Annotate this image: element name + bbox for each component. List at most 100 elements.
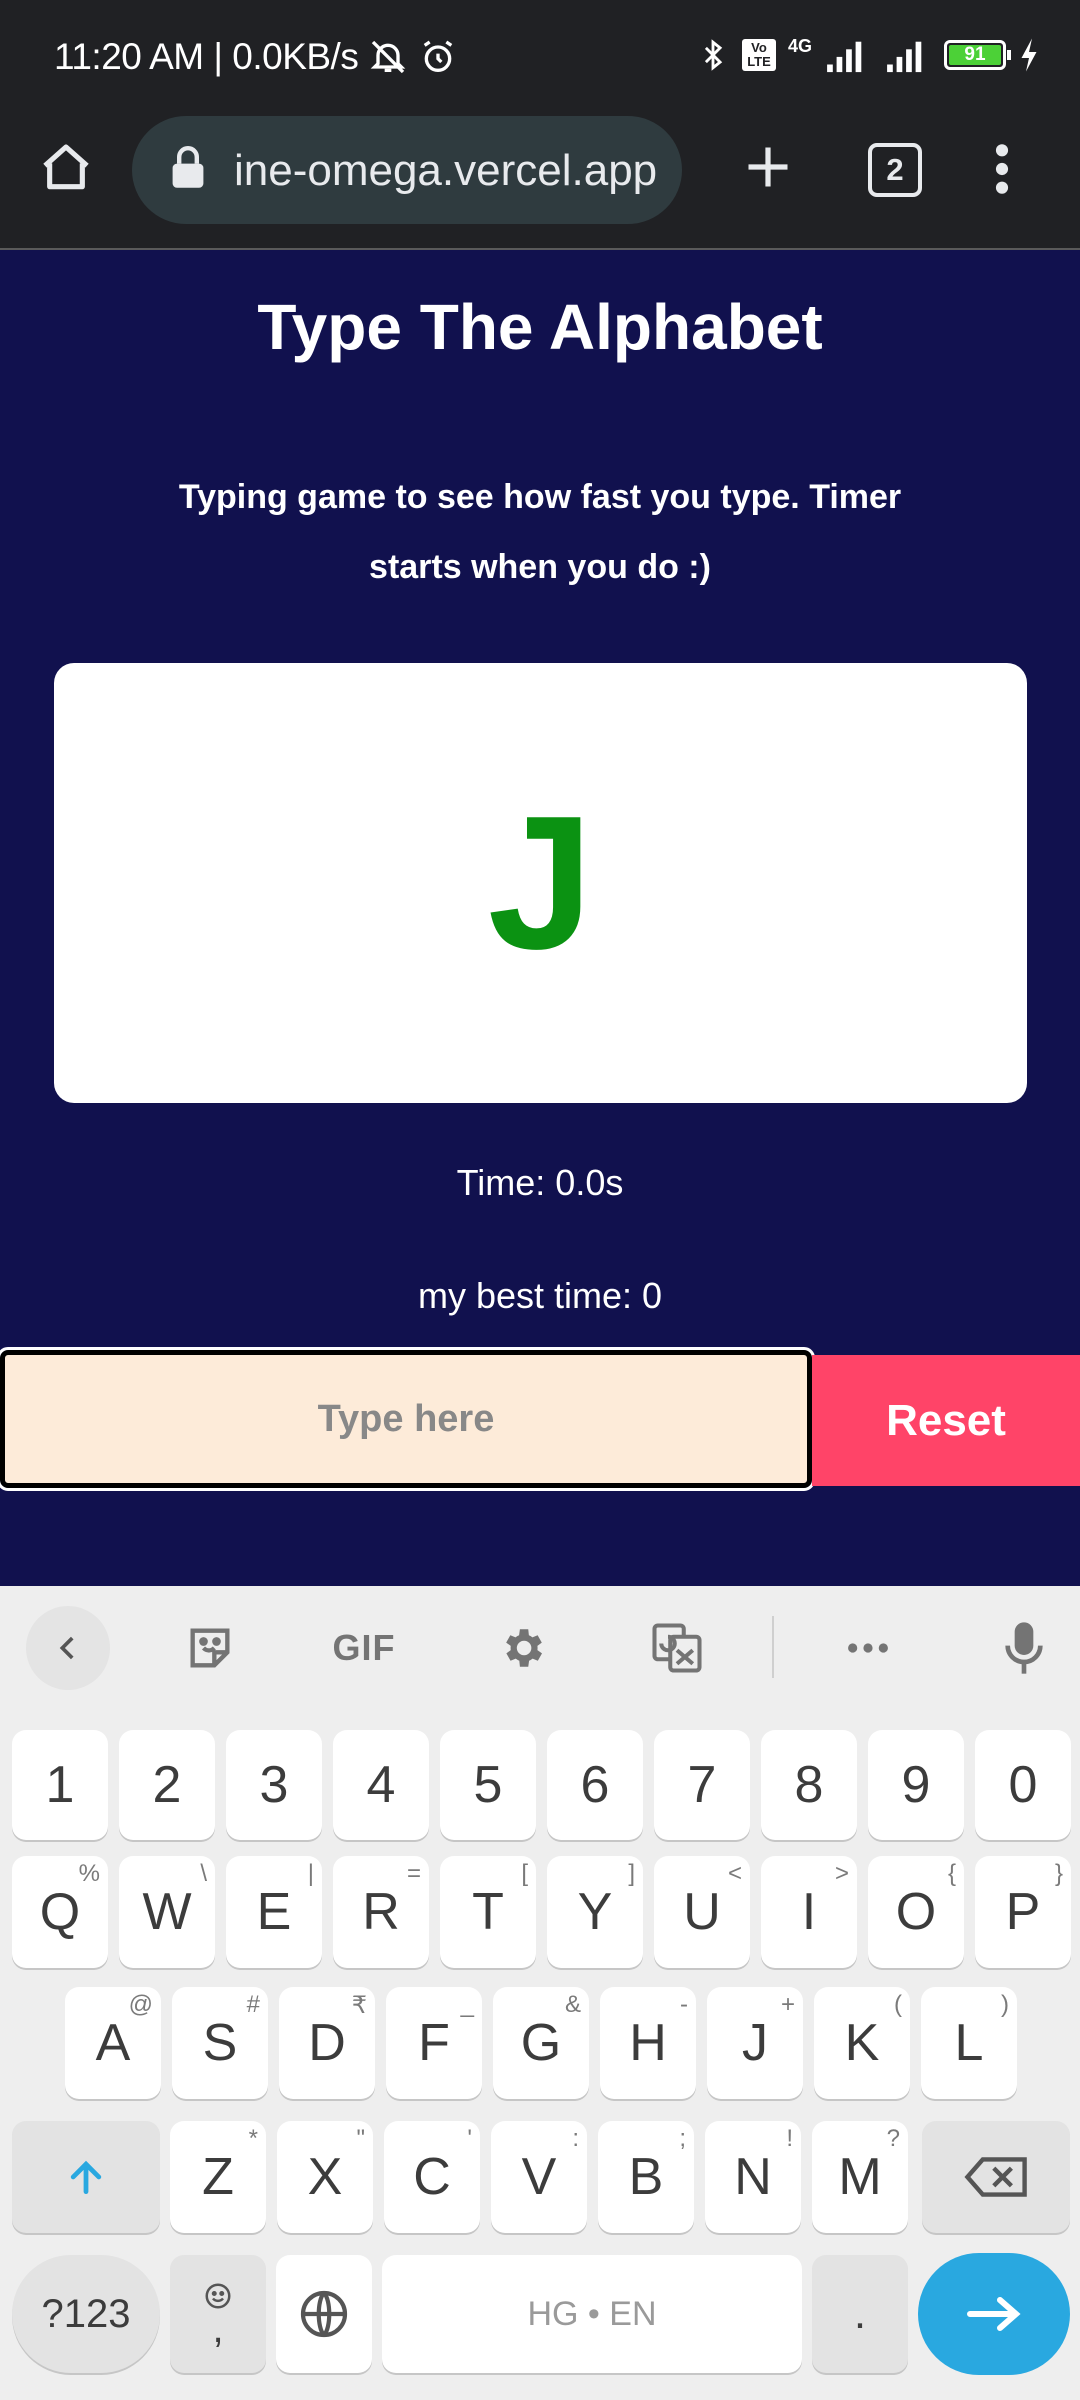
- key-n[interactable]: N!: [705, 2121, 801, 2233]
- backspace-key[interactable]: [922, 2121, 1070, 2233]
- type-input[interactable]: [0, 1347, 815, 1491]
- toolbar-divider: [772, 1616, 774, 1678]
- key-x[interactable]: X ": [277, 2121, 373, 2233]
- key-2[interactable]: 2: [119, 1730, 215, 1840]
- new-tab-icon[interactable]: [742, 141, 794, 193]
- key-label: A: [95, 2014, 131, 2072]
- key-z[interactable]: Z *: [170, 2121, 266, 2233]
- network-type: 4G: [787, 35, 812, 56]
- key-hint: |: [307, 1860, 314, 1887]
- key-label: O: [895, 1883, 937, 1941]
- key-label: Z: [202, 2148, 234, 2206]
- key-s[interactable]: S #: [172, 1987, 268, 2099]
- home-icon[interactable]: [38, 140, 94, 196]
- key-hint: !: [786, 2125, 793, 2152]
- key-l[interactable]: L): [921, 1987, 1017, 2099]
- key-m[interactable]: M?: [812, 2121, 908, 2233]
- key-label: B: [628, 2148, 664, 2206]
- key-label: S: [202, 2014, 238, 2072]
- key-label: P: [1005, 1883, 1041, 1941]
- key-6[interactable]: 6: [547, 1730, 643, 1840]
- voice-input-button[interactable]: [982, 1606, 1066, 1690]
- space-bar[interactable]: HG • EN: [382, 2255, 802, 2373]
- key-e[interactable]: E |: [226, 1856, 322, 1968]
- comma-emoji-key[interactable]: ,: [170, 2255, 266, 2373]
- best-time-text: my best time: 0: [417, 1275, 663, 1316]
- letter-card: J: [54, 663, 1027, 1103]
- key-g[interactable]: G &: [493, 1987, 589, 2099]
- key-f[interactable]: F _: [386, 1987, 482, 2099]
- bluetooth-icon: [704, 39, 723, 71]
- key-hint: >: [834, 1860, 849, 1887]
- key-t[interactable]: T[: [440, 1856, 536, 1968]
- backspace-icon: [964, 2157, 1027, 2197]
- key-1[interactable]: 1: [12, 1730, 108, 1840]
- key-r[interactable]: R =: [333, 1856, 429, 1968]
- key-o[interactable]: O{: [868, 1856, 964, 1968]
- alarm-icon: [424, 40, 453, 72]
- key-hint: :: [572, 2125, 579, 2152]
- key-7[interactable]: 7: [654, 1730, 750, 1840]
- current-letter: J: [487, 777, 594, 989]
- key-hint: {: [947, 1860, 956, 1887]
- key-label: H: [629, 2014, 667, 2072]
- period-key[interactable]: .: [812, 2255, 908, 2373]
- tab-switcher-button[interactable]: 2: [868, 143, 922, 197]
- url-bar[interactable]: ine-omega.vercel.app: [132, 116, 682, 224]
- more-options-button[interactable]: [826, 1606, 910, 1690]
- key-k[interactable]: K(: [814, 1987, 910, 2099]
- chevron-left-icon: [59, 1636, 74, 1660]
- key-0[interactable]: 0: [975, 1730, 1071, 1840]
- page-description: Typing game to see how fast you type. Ti…: [178, 478, 902, 586]
- key-label: K: [844, 2014, 880, 2072]
- key-hint: #: [246, 1991, 260, 2018]
- translate-icon: [652, 1623, 702, 1673]
- key-3[interactable]: 3: [226, 1730, 322, 1840]
- gif-button[interactable]: GIF: [322, 1606, 406, 1690]
- key-8[interactable]: 8: [761, 1730, 857, 1840]
- key-label: W: [142, 1883, 192, 1941]
- key-j[interactable]: J +: [707, 1987, 803, 2099]
- key-q[interactable]: Q%: [12, 1856, 108, 1968]
- key-label: G: [520, 2014, 562, 2072]
- key-hint: @: [128, 1991, 153, 2018]
- key-y[interactable]: Y]: [547, 1856, 643, 1968]
- key-b[interactable]: B;: [598, 2121, 694, 2233]
- key-9[interactable]: 9: [868, 1730, 964, 1840]
- key-p[interactable]: P}: [975, 1856, 1071, 1968]
- key-hint: +: [780, 1991, 795, 2018]
- translate-button[interactable]: [635, 1606, 719, 1690]
- key-hint: *: [248, 2125, 258, 2152]
- key-hint: =: [406, 1860, 421, 1887]
- more-menu-icon[interactable]: [990, 141, 1014, 197]
- key-hint: <: [727, 1860, 742, 1887]
- key-w[interactable]: W \: [119, 1856, 215, 1968]
- key-label: Y: [577, 1883, 613, 1941]
- enter-key[interactable]: [918, 2253, 1070, 2375]
- key-5[interactable]: 5: [440, 1730, 536, 1840]
- key-a[interactable]: A @: [65, 1987, 161, 2099]
- key-i[interactable]: I >: [761, 1856, 857, 1968]
- key-4[interactable]: 4: [333, 1730, 429, 1840]
- symbols-key[interactable]: ?123: [12, 2255, 160, 2373]
- key-hint: %: [78, 1860, 100, 1887]
- key-hint: &: [564, 1991, 581, 2018]
- key-d[interactable]: D ₹: [279, 1987, 375, 2099]
- key-label: D: [308, 2014, 346, 2072]
- settings-button[interactable]: [480, 1606, 564, 1690]
- key-c[interactable]: C ': [384, 2121, 480, 2233]
- collapse-toolbar-button[interactable]: [26, 1606, 110, 1690]
- key-h[interactable]: H-: [600, 1987, 696, 2099]
- page-title: Type The Alphabet: [257, 291, 823, 363]
- sticker-button[interactable]: [168, 1606, 252, 1690]
- key-u[interactable]: U <: [654, 1856, 750, 1968]
- signal-icon: [827, 41, 862, 73]
- gear-icon: [506, 1629, 542, 1667]
- key-hint: ₹: [351, 1992, 367, 2019]
- key-v[interactable]: V:: [491, 2121, 587, 2233]
- shift-key[interactable]: [12, 2121, 160, 2233]
- language-key[interactable]: [276, 2255, 372, 2373]
- comma-label: ,: [212, 2307, 224, 2351]
- more-horizontal-icon: [848, 1643, 888, 1653]
- reset-button[interactable]: Reset: [812, 1355, 1080, 1486]
